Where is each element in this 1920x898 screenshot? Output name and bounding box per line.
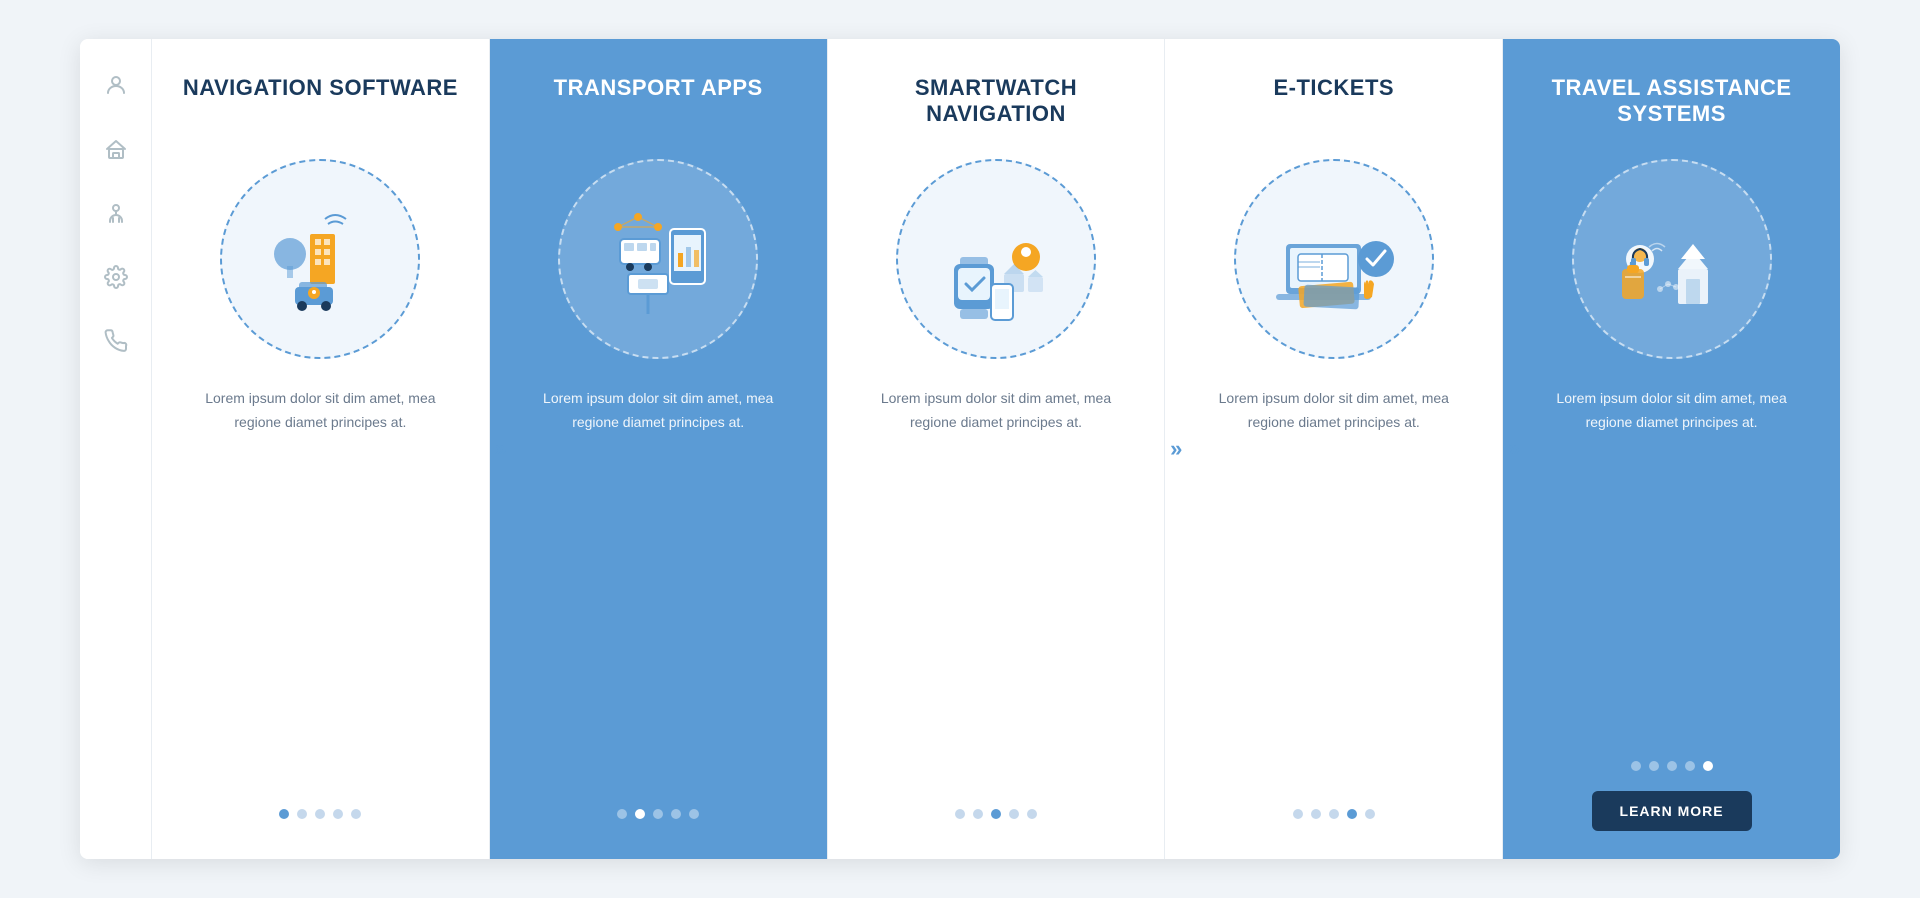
arrow-after-transport: » [832,436,844,462]
card-desc-navigation: Lorem ipsum dolor sit dim amet, mea regi… [180,387,461,789]
card-desc-etickets: Lorem ipsum dolor sit dim amet, mea regi… [1193,387,1474,789]
dot-5 [1365,809,1375,819]
card-title-travel: TRAVEL ASSISTANCE SYSTEMS [1531,75,1812,139]
dot-1 [1293,809,1303,819]
dot-4 [333,809,343,819]
card-desc-travel: Lorem ipsum dolor sit dim amet, mea regi… [1531,387,1812,741]
dot-4 [1347,809,1357,819]
illustration-etickets [1234,159,1434,359]
dot-2 [297,809,307,819]
dots-navigation [279,809,361,819]
dot-3 [1667,761,1677,771]
dot-4 [1009,809,1019,819]
cards-container: NAVIGATION SOFTWARE [152,39,1840,859]
settings-icon[interactable] [100,261,132,293]
sidebar [80,39,152,859]
dot-1 [279,809,289,819]
card-desc-transport: Lorem ipsum dolor sit dim amet, mea regi… [518,387,799,789]
dot-2 [635,809,645,819]
card-title-smartwatch: SMARTWATCH NAVIGATION [856,75,1137,139]
illustration-travel [1572,159,1772,359]
dot-4 [671,809,681,819]
dot-3 [1329,809,1339,819]
dot-1 [617,809,627,819]
dot-3 [991,809,1001,819]
dot-5 [1703,761,1713,771]
learn-more-button[interactable]: LEARN MORE [1592,791,1752,831]
phone-icon[interactable] [100,325,132,357]
dots-etickets [1293,809,1375,819]
card-transport-apps: TRANSPORT APPS [490,39,827,859]
dot-2 [1311,809,1321,819]
dots-smartwatch [955,809,1037,819]
dot-1 [955,809,965,819]
user-icon[interactable] [100,69,132,101]
card-smartwatch: SMARTWATCH NAVIGATION [827,39,1166,859]
home-icon[interactable] [100,133,132,165]
illustration-transport [558,159,758,359]
card-navigation-software: NAVIGATION SOFTWARE [152,39,490,859]
card-title-transport: TRANSPORT APPS [554,75,763,139]
arrow-after-navigation: » [495,436,507,462]
dot-2 [1649,761,1659,771]
main-container: NAVIGATION SOFTWARE [80,39,1840,859]
dot-3 [315,809,325,819]
dot-3 [653,809,663,819]
card-title-etickets: E-TICKETS [1273,75,1394,139]
dot-5 [1027,809,1037,819]
dots-travel [1631,761,1713,771]
card-desc-smartwatch: Lorem ipsum dolor sit dim amet, mea regi… [856,387,1137,789]
card-travel-assistance: TRAVEL ASSISTANCE SYSTEMS [1503,39,1840,859]
dot-4 [1685,761,1695,771]
card-title-navigation: NAVIGATION SOFTWARE [183,75,458,139]
person-icon[interactable] [100,197,132,229]
dots-transport [617,809,699,819]
illustration-navigation [220,159,420,359]
card-etickets: E-TICKETS [1165,39,1503,859]
dot-1 [1631,761,1641,771]
dot-5 [689,809,699,819]
dot-5 [351,809,361,819]
illustration-smartwatch [896,159,1096,359]
dot-2 [973,809,983,819]
arrow-after-smartwatch: » [1170,436,1182,462]
arrow-after-etickets: » [1508,436,1520,462]
